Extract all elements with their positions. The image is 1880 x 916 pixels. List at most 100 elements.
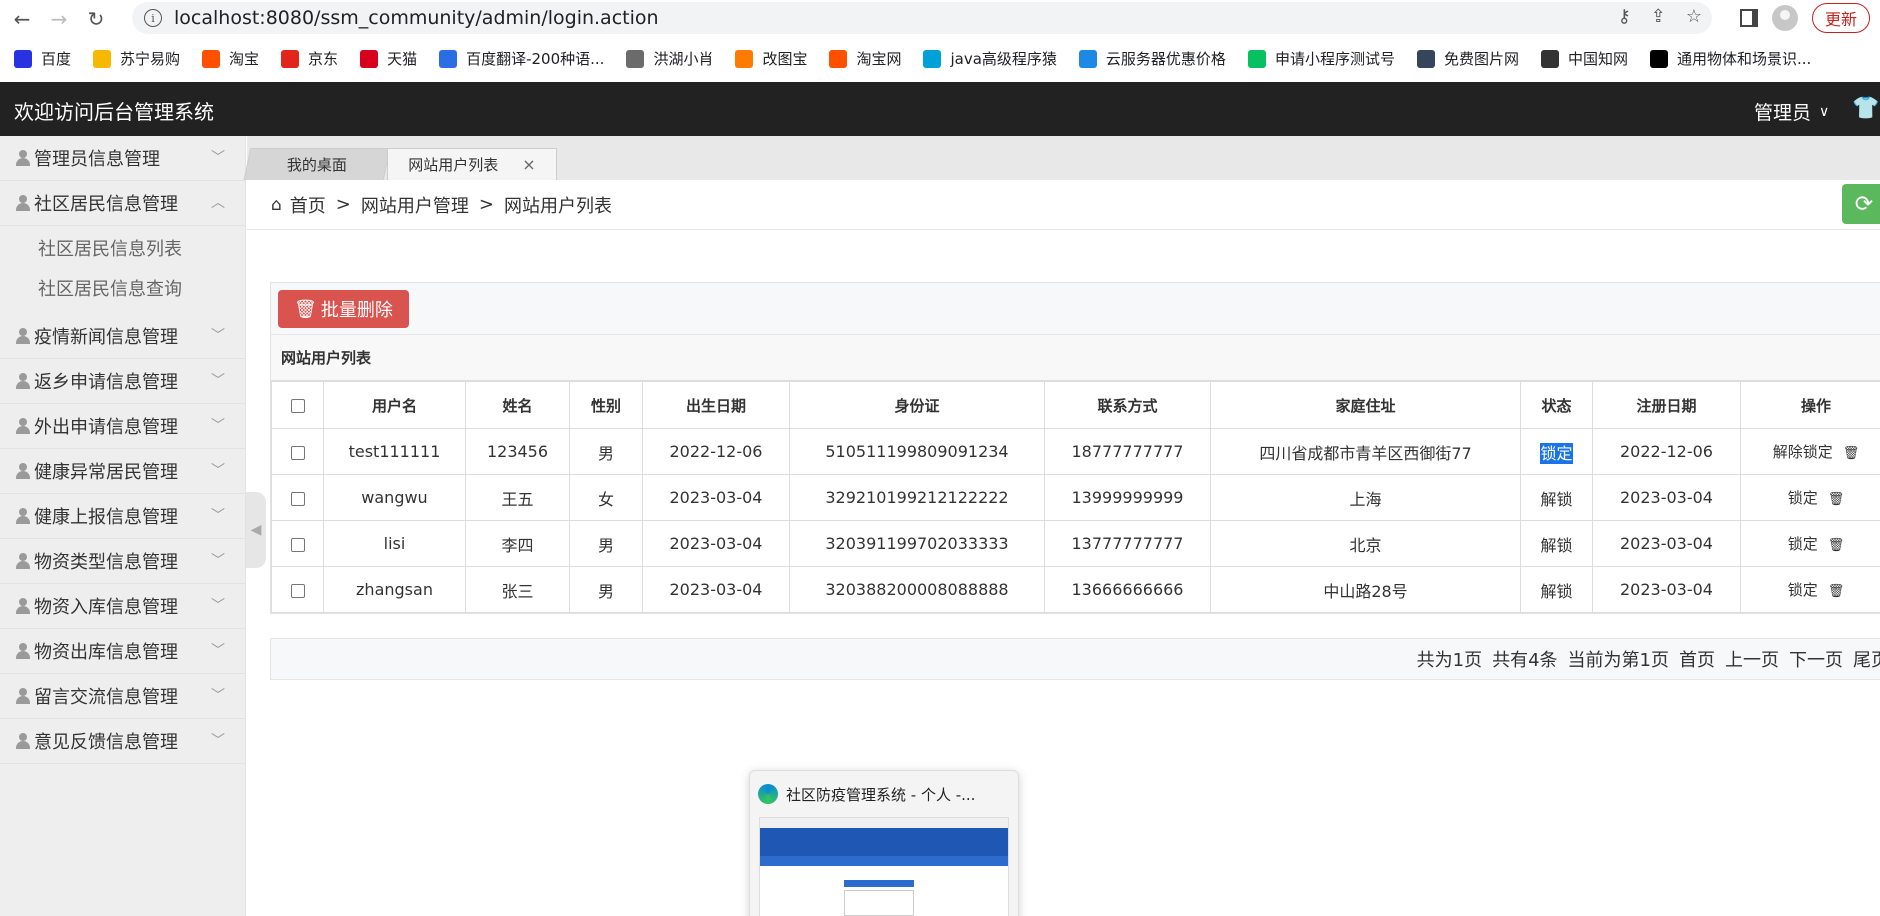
taobao2-icon [829, 49, 848, 68]
tab-desktop[interactable]: 我的桌面 [243, 148, 391, 180]
breadcrumb-home[interactable]: 首页 [290, 192, 326, 218]
bookmark-label: java高级程序猿 [950, 50, 1057, 68]
bookmark-item[interactable]: 洪湖小肖 [626, 48, 713, 69]
bookmark-item[interactable]: 免费图片网 [1416, 48, 1519, 69]
cell-username: test111111 [323, 428, 466, 475]
cell-address: 中山路28号 [1210, 566, 1521, 613]
table-header-row: 用户名 姓名 性别 出生日期 身份证 联系方式 家庭住址 状态 注册日期 操作 [271, 381, 1880, 429]
sidebar-item[interactable]: 意见反馈信息管理 ﹀ [0, 719, 245, 764]
update-button[interactable]: 更新 [1812, 3, 1871, 33]
row-checkbox[interactable] [290, 491, 305, 506]
chevron-down-icon: ﹀ [211, 463, 225, 479]
delete-icon[interactable]: 🗑 [1828, 538, 1845, 553]
cloud-icon [1078, 49, 1097, 68]
admin-dropdown[interactable]: 管理员 ∨ [1754, 98, 1829, 125]
sidebar-item[interactable]: 留言交流信息管理 ﹀ [0, 674, 245, 719]
key-icon[interactable]: ⚷ [1618, 6, 1631, 27]
pager-last[interactable]: 尾页 [1853, 646, 1880, 672]
sidebar-item[interactable]: 管理员信息管理 ﹀ [0, 136, 245, 181]
site-info-icon[interactable]: i [144, 9, 162, 27]
refresh-button[interactable]: ⟳ [1842, 184, 1880, 224]
bookmark-item[interactable]: 改图宝 [735, 48, 807, 69]
row-select-cell [271, 520, 324, 567]
side-panel-icon[interactable] [1740, 9, 1758, 27]
close-icon[interactable]: × [522, 155, 535, 174]
column-header: 状态 [1520, 381, 1593, 429]
tab-user-list[interactable]: 网站用户列表 × [387, 148, 557, 180]
cell-actions: 锁定 🗑 [1740, 520, 1880, 567]
bookmark-item[interactable]: 天猫 [360, 48, 417, 69]
cell-status: 解锁 [1520, 474, 1593, 521]
pager-current: 当前为第1页 [1567, 650, 1669, 671]
row-checkbox[interactable] [290, 445, 305, 460]
sidebar-item[interactable]: 外出申请信息管理 ﹀ [0, 404, 245, 449]
share-icon[interactable]: ⇪ [1651, 6, 1666, 27]
star-icon[interactable]: ☆ [1686, 6, 1702, 27]
browser-toolbar: ← → ↻ i localhost:8080/ssm_community/adm… [0, 0, 1880, 37]
sidebar-item[interactable]: 物资类型信息管理 ﹀ [0, 539, 245, 584]
reload-icon[interactable]: ↻ [81, 4, 111, 34]
bookmark-item[interactable]: 百度翻译-200种语... [439, 48, 604, 69]
bookmark-item[interactable]: 申请小程序测试号 [1247, 48, 1395, 69]
profile-avatar[interactable] [1772, 5, 1798, 31]
sidebar-item[interactable]: 健康上报信息管理 ﹀ [0, 494, 245, 539]
row-checkbox[interactable] [290, 537, 305, 552]
cell-id-card: 320391199702033333 [789, 520, 1045, 567]
toggle-lock-link[interactable]: 锁定 [1788, 489, 1818, 507]
toggle-lock-link[interactable]: 解除锁定 [1773, 443, 1833, 461]
pager-first[interactable]: 首页 [1679, 646, 1715, 672]
thumb-toolbar [760, 818, 1008, 828]
delete-icon[interactable]: 🗑 [1828, 584, 1845, 599]
sidebar-item[interactable]: 疫情新闻信息管理 ﹀ [0, 314, 245, 359]
delete-icon[interactable]: 🗑 [1843, 446, 1860, 461]
pager-next[interactable]: 下一页 [1789, 646, 1843, 672]
bookmark-item[interactable]: 苏宁易购 [93, 48, 180, 69]
sidebar-item[interactable]: 物资出库信息管理 ﹀ [0, 629, 245, 674]
row-checkbox[interactable] [290, 583, 305, 598]
sidebar-submenu: 社区居民信息列表 社区居民信息查询 [0, 226, 245, 314]
chevron-down-icon: ﹀ [211, 688, 225, 704]
forward-icon[interactable]: → [44, 4, 74, 34]
bookmark-item[interactable]: 淘宝 [202, 48, 259, 69]
preview-thumbnail [759, 817, 1009, 916]
delete-icon[interactable]: 🗑 [1828, 492, 1845, 507]
chevron-down-icon: ﹀ [211, 328, 225, 344]
bookmark-item[interactable]: 中国知网 [1540, 48, 1628, 69]
collapse-sidebar-handle[interactable]: ◀ [246, 492, 266, 568]
baidu-icon [14, 49, 32, 68]
cell-reg-date: 2023-03-04 [1592, 566, 1741, 613]
thumb-nav [760, 856, 1008, 866]
cell-phone: 13999999999 [1044, 474, 1211, 521]
select-all-checkbox[interactable] [290, 398, 305, 413]
user-icon [16, 150, 30, 166]
address-bar[interactable]: i localhost:8080/ssm_community/admin/log… [132, 2, 1712, 34]
sidebar-item[interactable]: 返乡申请信息管理 ﹀ [0, 359, 245, 404]
sidebar-item[interactable]: 社区居民信息管理 ︿ [0, 181, 245, 226]
breadcrumb-user-management[interactable]: 网站用户管理 [361, 192, 469, 218]
bookmark-item[interactable]: 百度 [14, 48, 71, 69]
chevron-down-icon: ﹀ [211, 643, 225, 659]
batch-delete-button[interactable]: 🗑 批量删除 [278, 290, 409, 328]
bookmark-item[interactable]: 云服务器优惠价格 [1078, 48, 1226, 69]
skin-icon[interactable]: 👕 [1852, 96, 1879, 121]
sidebar-subitem[interactable]: 社区居民信息列表 [38, 230, 245, 270]
cell-actions: 解除锁定 🗑 [1740, 428, 1880, 475]
tab-desktop-label: 我的桌面 [286, 156, 347, 174]
window-preview[interactable]: 社区防疫管理系统 - 个人 -... [749, 770, 1019, 916]
url-text[interactable]: localhost:8080/ssm_community/admin/login… [174, 7, 659, 29]
bookmark-item[interactable]: java高级程序猿 [923, 48, 1057, 69]
bookmark-item[interactable]: 京东 [281, 48, 338, 69]
bookmark-item[interactable]: 淘宝网 [829, 48, 901, 69]
toggle-lock-link[interactable]: 锁定 [1788, 535, 1818, 553]
cell-gender: 女 [569, 474, 643, 521]
bookmark-label: 百度 [41, 50, 72, 68]
chevron-up-icon: ︿ [211, 195, 225, 211]
sidebar-subitem[interactable]: 社区居民信息查询 [38, 270, 245, 310]
pager-prev[interactable]: 上一页 [1725, 646, 1779, 672]
bookmark-item[interactable]: 通用物体和场景识... [1649, 48, 1811, 69]
sidebar-item[interactable]: 物资入库信息管理 ﹀ [0, 584, 245, 629]
sidebar-item[interactable]: 健康异常居民管理 ﹀ [0, 449, 245, 494]
back-icon[interactable]: ← [7, 4, 37, 34]
chevron-down-icon: ﹀ [211, 150, 225, 166]
toggle-lock-link[interactable]: 锁定 [1788, 581, 1818, 599]
